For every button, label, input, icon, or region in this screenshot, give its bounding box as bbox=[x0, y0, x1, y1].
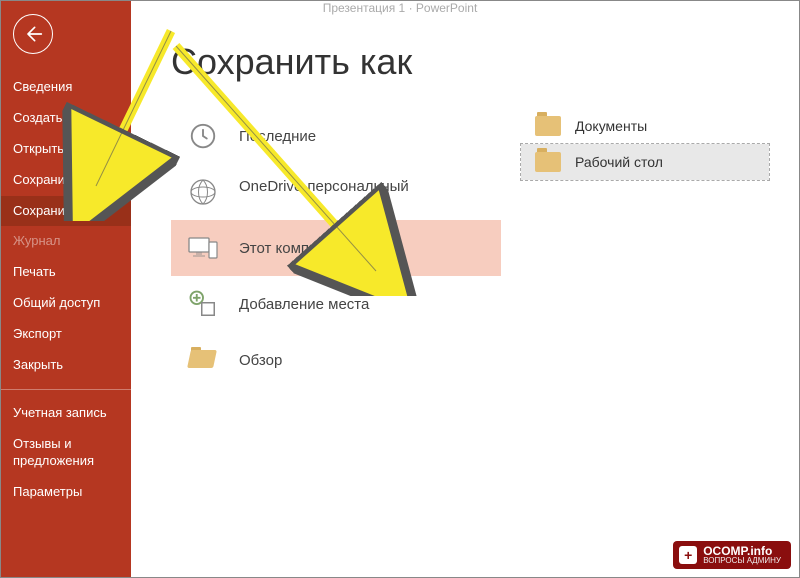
onedrive-icon bbox=[185, 174, 221, 210]
sidebar-label: Сведения bbox=[13, 79, 72, 94]
sidebar-label: Общий доступ bbox=[13, 295, 100, 310]
add-place-icon bbox=[185, 286, 221, 322]
sidebar-item-info[interactable]: Сведения bbox=[1, 72, 131, 103]
sidebar-label: Сохранить bbox=[13, 172, 78, 187]
sidebar-item-print[interactable]: Печать bbox=[1, 257, 131, 288]
sidebar-item-export[interactable]: Экспорт bbox=[1, 319, 131, 350]
sidebar-item-account[interactable]: Учетная запись bbox=[1, 398, 131, 429]
backstage-sidebar: Сведения Создать Открыть Сохранить Сохра… bbox=[1, 1, 131, 577]
sidebar-label: Открыть bbox=[13, 141, 64, 156]
sidebar-item-share[interactable]: Общий доступ bbox=[1, 288, 131, 319]
sidebar-item-history: Журнал bbox=[1, 226, 131, 257]
sidebar-label: Учетная запись bbox=[13, 405, 107, 420]
sidebar-item-open[interactable]: Открыть bbox=[1, 134, 131, 165]
location-recent[interactable]: Последние bbox=[171, 108, 501, 164]
folder-label: Документы bbox=[575, 118, 647, 134]
location-label: Этот компьютер bbox=[239, 240, 487, 257]
sidebar-item-new[interactable]: Создать bbox=[1, 103, 131, 134]
plus-icon: + bbox=[679, 546, 697, 564]
back-button[interactable] bbox=[13, 14, 53, 54]
sidebar-item-feedback[interactable]: Отзывы и предложения bbox=[1, 429, 131, 477]
sidebar-item-options[interactable]: Параметры bbox=[1, 477, 131, 508]
location-label: Последние bbox=[239, 128, 487, 145]
folder-icon bbox=[535, 152, 561, 172]
doc-title: Презентация 1 bbox=[323, 1, 406, 15]
folder-open-icon bbox=[185, 342, 221, 378]
sidebar-label: Сохранить как bbox=[13, 203, 100, 218]
locations-column: Последние OneDrive-персональный bbox=[171, 108, 501, 388]
location-onedrive[interactable]: OneDrive-персональный bbox=[171, 164, 501, 220]
arrow-left-icon bbox=[23, 24, 43, 44]
main-panel: Сохранить как Последние OneDrive-п bbox=[131, 21, 799, 577]
location-label: Добавление места bbox=[239, 296, 487, 313]
folder-label: Рабочий стол bbox=[575, 154, 663, 170]
watermark: + OCOMP.info ВОПРОСЫ АДМИНУ bbox=[673, 541, 791, 569]
pc-icon bbox=[185, 230, 221, 266]
sidebar-label: Отзывы и предложения bbox=[13, 436, 94, 468]
sidebar-separator bbox=[1, 389, 131, 390]
clock-icon bbox=[185, 118, 221, 154]
location-add-place[interactable]: Добавление места bbox=[171, 276, 501, 332]
sidebar-label: Создать bbox=[13, 110, 62, 125]
folder-desktop[interactable]: Рабочий стол bbox=[521, 144, 769, 180]
folder-icon bbox=[535, 116, 561, 136]
sidebar-item-close[interactable]: Закрыть bbox=[1, 350, 131, 381]
watermark-tagline: ВОПРОСЫ АДМИНУ bbox=[703, 557, 781, 565]
sidebar-label: Закрыть bbox=[13, 357, 63, 372]
sidebar-item-save[interactable]: Сохранить bbox=[1, 165, 131, 196]
folder-documents[interactable]: Документы bbox=[521, 108, 769, 144]
location-sublabel bbox=[239, 195, 409, 206]
folders-column: Документы Рабочий стол bbox=[521, 108, 799, 388]
location-label: Обзор bbox=[239, 352, 487, 369]
sidebar-label: Параметры bbox=[13, 484, 82, 499]
app-name: PowerPoint bbox=[416, 1, 477, 15]
location-browse[interactable]: Обзор bbox=[171, 332, 501, 388]
location-label: OneDrive-персональный bbox=[239, 178, 409, 195]
location-this-pc[interactable]: Этот компьютер bbox=[171, 220, 501, 276]
sidebar-item-save-as[interactable]: Сохранить как bbox=[1, 196, 131, 227]
sidebar-label: Журнал bbox=[13, 233, 60, 248]
sidebar-label: Экспорт bbox=[13, 326, 62, 341]
page-title: Сохранить как bbox=[171, 41, 799, 83]
sidebar-label: Печать bbox=[13, 264, 56, 279]
